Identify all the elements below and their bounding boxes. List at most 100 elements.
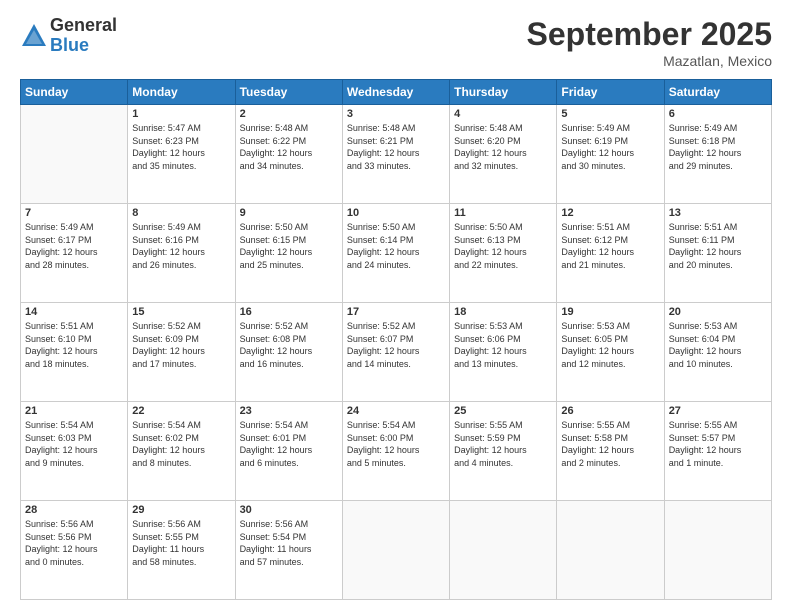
day-info: Sunrise: 5:52 AM Sunset: 6:07 PM Dayligh… [347, 320, 445, 370]
calendar-cell: 8Sunrise: 5:49 AM Sunset: 6:16 PM Daylig… [128, 204, 235, 303]
calendar-week-row: 7Sunrise: 5:49 AM Sunset: 6:17 PM Daylig… [21, 204, 772, 303]
calendar-cell [21, 105, 128, 204]
day-info: Sunrise: 5:53 AM Sunset: 6:06 PM Dayligh… [454, 320, 552, 370]
day-number: 27 [669, 405, 767, 417]
calendar-cell: 28 Sunrise: 5:56 AM Sunset: 5:56 PM Dayli… [21, 501, 128, 600]
day-info: Sunrise: 5:56 AM Sunset: 5:54 PM Dayligh… [240, 518, 338, 568]
day-number: 14 [25, 306, 123, 318]
day-info: Sunrise: 5:55 AM Sunset: 5:57 PM Dayligh… [669, 419, 767, 469]
col-friday: Friday [557, 80, 664, 105]
day-info: Sunrise: 5:48 AM Sunset: 6:22 PM Dayligh… [240, 122, 338, 172]
calendar-cell: 4Sunrise: 5:48 AM Sunset: 6:20 PM Daylig… [450, 105, 557, 204]
calendar-cell: 25Sunrise: 5:55 AM Sunset: 5:59 PM Dayli… [450, 402, 557, 501]
day-info: Sunrise: 5:55 AM Sunset: 5:58 PM Dayligh… [561, 419, 659, 469]
col-sunday: Sunday [21, 80, 128, 105]
day-number: 20 [669, 306, 767, 318]
calendar-cell: 27 Sunrise: 5:55 AM Sunset: 5:57 PM Dayli… [664, 402, 771, 501]
day-number: 12 [561, 207, 659, 219]
day-number: 2 [240, 108, 338, 120]
logo-general: General [50, 16, 117, 36]
day-info: Sunrise: 5:56 AM Sunset: 5:56 PM Dayligh… [25, 518, 123, 568]
day-number: 7 [25, 207, 123, 219]
day-info: Sunrise: 5:52 AM Sunset: 6:08 PM Dayligh… [240, 320, 338, 370]
col-thursday: Thursday [450, 80, 557, 105]
day-number: 28 [25, 504, 123, 516]
day-info: Sunrise: 5:54 AM Sunset: 6:03 PM Dayligh… [25, 419, 123, 469]
day-number: 10 [347, 207, 445, 219]
header-row: Sunday Monday Tuesday Wednesday Thursday… [21, 80, 772, 105]
day-number: 5 [561, 108, 659, 120]
day-info: Sunrise: 5:51 AM Sunset: 6:12 PM Dayligh… [561, 221, 659, 271]
day-info: Sunrise: 5:48 AM Sunset: 6:20 PM Dayligh… [454, 122, 552, 172]
calendar-cell: 19 Sunrise: 5:53 AM Sunset: 6:05 PM Dayli… [557, 303, 664, 402]
calendar-cell [450, 501, 557, 600]
calendar-week-row: 14 Sunrise: 5:51 AM Sunset: 6:10 PM Dayli… [21, 303, 772, 402]
month-title: September 2025 [527, 16, 772, 53]
day-info: Sunrise: 5:48 AM Sunset: 6:21 PM Dayligh… [347, 122, 445, 172]
day-number: 26 [561, 405, 659, 417]
logo-icon [20, 22, 48, 50]
calendar-cell: 30 Sunrise: 5:56 AM Sunset: 5:54 PM Dayli… [235, 501, 342, 600]
day-number: 21 [25, 405, 123, 417]
calendar-cell: 24Sunrise: 5:54 AM Sunset: 6:00 PM Dayli… [342, 402, 449, 501]
day-info: Sunrise: 5:53 AM Sunset: 6:05 PM Dayligh… [561, 320, 659, 370]
day-number: 9 [240, 207, 338, 219]
day-info: Sunrise: 5:53 AM Sunset: 6:04 PM Dayligh… [669, 320, 767, 370]
calendar-page: General Blue September 2025 Mazatlan, Me… [0, 0, 792, 612]
calendar-cell: 15 Sunrise: 5:52 AM Sunset: 6:09 PM Dayli… [128, 303, 235, 402]
day-number: 18 [454, 306, 552, 318]
day-info: Sunrise: 5:50 AM Sunset: 6:14 PM Dayligh… [347, 221, 445, 271]
day-number: 23 [240, 405, 338, 417]
day-info: Sunrise: 5:52 AM Sunset: 6:09 PM Dayligh… [132, 320, 230, 370]
calendar-cell: 23 Sunrise: 5:54 AM Sunset: 6:01 PM Dayli… [235, 402, 342, 501]
page-header: General Blue September 2025 Mazatlan, Me… [20, 16, 772, 69]
calendar-cell: 17 Sunrise: 5:52 AM Sunset: 6:07 PM Dayli… [342, 303, 449, 402]
day-number: 29 [132, 504, 230, 516]
calendar-cell: 14 Sunrise: 5:51 AM Sunset: 6:10 PM Dayli… [21, 303, 128, 402]
calendar-cell [342, 501, 449, 600]
calendar-cell: 16Sunrise: 5:52 AM Sunset: 6:08 PM Dayli… [235, 303, 342, 402]
logo: General Blue [20, 16, 117, 56]
calendar-cell [557, 501, 664, 600]
location: Mazatlan, Mexico [527, 53, 772, 69]
logo-blue: Blue [50, 36, 117, 56]
day-number: 17 [347, 306, 445, 318]
calendar-week-row: 1Sunrise: 5:47 AM Sunset: 6:23 PM Daylig… [21, 105, 772, 204]
calendar-cell: 26 Sunrise: 5:55 AM Sunset: 5:58 PM Dayli… [557, 402, 664, 501]
col-tuesday: Tuesday [235, 80, 342, 105]
day-number: 25 [454, 405, 552, 417]
col-wednesday: Wednesday [342, 80, 449, 105]
day-number: 30 [240, 504, 338, 516]
calendar-cell: 7Sunrise: 5:49 AM Sunset: 6:17 PM Daylig… [21, 204, 128, 303]
day-info: Sunrise: 5:56 AM Sunset: 5:55 PM Dayligh… [132, 518, 230, 568]
calendar-cell: 5 Sunrise: 5:49 AM Sunset: 6:19 PM Daylig… [557, 105, 664, 204]
day-number: 22 [132, 405, 230, 417]
col-monday: Monday [128, 80, 235, 105]
day-info: Sunrise: 5:51 AM Sunset: 6:11 PM Dayligh… [669, 221, 767, 271]
calendar-cell: 18 Sunrise: 5:53 AM Sunset: 6:06 PM Dayli… [450, 303, 557, 402]
calendar-table: Sunday Monday Tuesday Wednesday Thursday… [20, 79, 772, 600]
col-saturday: Saturday [664, 80, 771, 105]
calendar-cell: 13 Sunrise: 5:51 AM Sunset: 6:11 PM Dayli… [664, 204, 771, 303]
calendar-cell: 10 Sunrise: 5:50 AM Sunset: 6:14 PM Dayli… [342, 204, 449, 303]
day-info: Sunrise: 5:54 AM Sunset: 6:01 PM Dayligh… [240, 419, 338, 469]
day-number: 15 [132, 306, 230, 318]
day-number: 19 [561, 306, 659, 318]
calendar-cell: 11Sunrise: 5:50 AM Sunset: 6:13 PM Dayli… [450, 204, 557, 303]
day-info: Sunrise: 5:47 AM Sunset: 6:23 PM Dayligh… [132, 122, 230, 172]
day-number: 11 [454, 207, 552, 219]
calendar-cell: 6 Sunrise: 5:49 AM Sunset: 6:18 PM Daylig… [664, 105, 771, 204]
day-number: 13 [669, 207, 767, 219]
calendar-cell: 2 Sunrise: 5:48 AM Sunset: 6:22 PM Daylig… [235, 105, 342, 204]
day-info: Sunrise: 5:49 AM Sunset: 6:16 PM Dayligh… [132, 221, 230, 271]
calendar-cell: 12 Sunrise: 5:51 AM Sunset: 6:12 PM Dayli… [557, 204, 664, 303]
day-info: Sunrise: 5:49 AM Sunset: 6:19 PM Dayligh… [561, 122, 659, 172]
day-info: Sunrise: 5:51 AM Sunset: 6:10 PM Dayligh… [25, 320, 123, 370]
calendar-cell: 3Sunrise: 5:48 AM Sunset: 6:21 PM Daylig… [342, 105, 449, 204]
logo-text: General Blue [50, 16, 117, 56]
calendar-cell: 20 Sunrise: 5:53 AM Sunset: 6:04 PM Dayli… [664, 303, 771, 402]
day-info: Sunrise: 5:49 AM Sunset: 6:18 PM Dayligh… [669, 122, 767, 172]
day-number: 6 [669, 108, 767, 120]
calendar-week-row: 28 Sunrise: 5:56 AM Sunset: 5:56 PM Dayli… [21, 501, 772, 600]
calendar-cell: 1Sunrise: 5:47 AM Sunset: 6:23 PM Daylig… [128, 105, 235, 204]
